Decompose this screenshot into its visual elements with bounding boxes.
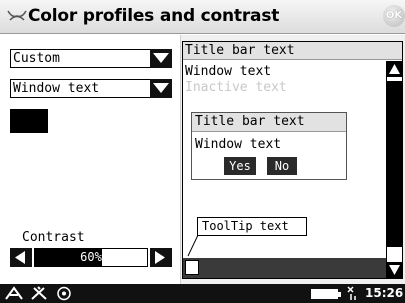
dialog-title: Title bar text [192, 113, 346, 132]
preview-tooltip: ToolTip text [197, 217, 307, 236]
preview-inactive-text: Inactive text [185, 80, 287, 95]
profile-select[interactable]: Custom [10, 49, 172, 68]
profile-select-value: Custom [13, 51, 60, 66]
tooltip-pointer [187, 235, 199, 257]
preview-window-text: Window text [185, 64, 272, 79]
preview-panel: Title bar text Window text Inactive text… [180, 35, 405, 284]
title-bar: Color profiles and contrast OK [0, 0, 405, 34]
help-icon[interactable] [56, 286, 72, 301]
scroll-thumb[interactable] [387, 81, 402, 247]
element-select-value: Window text [13, 81, 100, 96]
element-select[interactable]: Window text [10, 79, 172, 98]
preview-title-bar: Title bar text [183, 42, 402, 60]
chevron-down-icon[interactable] [150, 79, 172, 98]
preview-window: Title bar text Window text Inactive text… [182, 41, 403, 279]
start-icon[interactable] [4, 286, 24, 301]
scroll-down-icon[interactable] [387, 262, 402, 278]
increase-arrow-icon[interactable] [150, 248, 172, 267]
decrease-arrow-icon[interactable] [10, 248, 32, 267]
dialog-text: Window text [195, 137, 282, 152]
window-title: Color profiles and contrast [28, 6, 280, 26]
signal-icon [347, 286, 356, 300]
color-swatch[interactable] [10, 109, 48, 133]
contrast-track[interactable]: 60% [34, 248, 148, 267]
preview-scrollbar[interactable] [386, 61, 402, 278]
contrast-label: Contrast [22, 230, 85, 245]
app-icon [7, 10, 27, 21]
yes-button[interactable]: Yes [224, 157, 256, 175]
ok-button[interactable]: OK [383, 5, 405, 27]
contrast-value: 60% [80, 250, 102, 264]
clock: 15:26 [365, 286, 404, 300]
document-icon [185, 260, 199, 275]
preview-dialog: Title bar text Window text Yes No [191, 112, 347, 180]
no-button[interactable]: No [267, 157, 297, 175]
settings-panel: Custom Window text Contrast 60% [0, 35, 180, 284]
tools-icon[interactable] [30, 286, 48, 301]
scroll-up-icon[interactable] [387, 61, 402, 77]
battery-icon [311, 289, 341, 299]
contrast-slider[interactable]: 60% [10, 248, 172, 267]
chevron-down-icon[interactable] [150, 49, 172, 68]
preview-taskbar [183, 258, 386, 278]
status-bar: 15:26 [0, 284, 405, 303]
